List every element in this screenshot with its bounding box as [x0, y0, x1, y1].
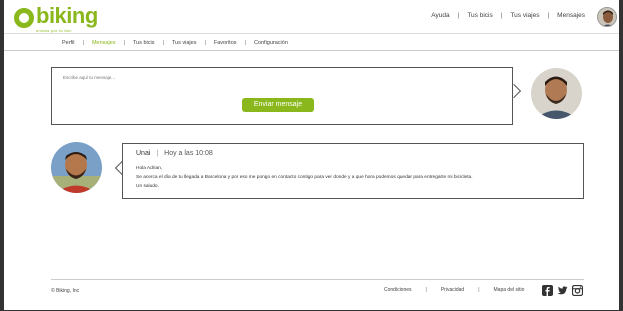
compose-box: Enviar mensaje: [51, 67, 513, 125]
message-author[interactable]: Unai: [136, 150, 150, 157]
divider: |: [162, 39, 164, 46]
top-nav: Ayuda | Tus bicis | Tus viajes | Mensaje…: [431, 12, 585, 19]
brand-name: biking: [36, 3, 98, 28]
divider: |: [500, 12, 503, 19]
top-nav-tus-bicis[interactable]: Tus bicis: [467, 12, 492, 19]
facebook-icon[interactable]: [542, 283, 553, 296]
message-timestamp: Hoy a las 10:08: [164, 150, 213, 157]
footer-nav: Condiciones | Privacidad | Mapa del siti…: [384, 287, 524, 293]
divider: |: [156, 150, 159, 157]
message-card: Unai | Hoy a las 10:08 Hola Adrian, Se a…: [122, 143, 584, 199]
divider: |: [457, 12, 460, 19]
user-avatar[interactable]: [597, 7, 617, 27]
divider: |: [123, 39, 125, 46]
top-nav-ayuda[interactable]: Ayuda: [431, 12, 449, 19]
footer-divider: [51, 279, 584, 280]
instagram-icon[interactable]: [571, 283, 584, 297]
copyright: © Biking, Inc: [51, 288, 80, 294]
tab-tus-bicis[interactable]: Tus bicis: [133, 40, 155, 46]
logo-ring-icon: [14, 8, 34, 28]
my-avatar: [531, 68, 582, 119]
divider: |: [244, 39, 246, 46]
message-input[interactable]: [63, 75, 363, 80]
tab-favoritos[interactable]: Favoritos: [214, 40, 237, 46]
send-message-button[interactable]: Enviar mensaje: [242, 98, 314, 112]
divider: |: [82, 39, 84, 46]
profile-subnav: Perfil | Mensajes | Tus bicis | Tus viaj…: [4, 35, 619, 51]
divider: |: [204, 39, 206, 46]
footer-link-mapa-del-sitio[interactable]: Mapa del sitio: [494, 287, 525, 293]
brand-tagline: unidos por tu bici: [36, 28, 72, 33]
header: biking unidos por tu bici Ayuda | Tus bi…: [4, 0, 619, 34]
top-nav-mensajes[interactable]: Mensajes: [557, 12, 585, 19]
tab-tus-viajes[interactable]: Tus viajes: [172, 40, 197, 46]
twitter-icon[interactable]: [557, 283, 568, 295]
tab-mensajes[interactable]: Mensajes: [92, 40, 116, 46]
footer-link-condiciones[interactable]: Condiciones: [384, 287, 412, 293]
tab-perfil[interactable]: Perfil: [62, 40, 75, 46]
sender-avatar[interactable]: [51, 142, 102, 193]
divider: |: [547, 12, 550, 19]
message-line: Se acerca el día de tu llegada a Barcelo…: [136, 175, 473, 180]
divider: |: [478, 287, 480, 293]
message-line: Un saludo.: [136, 184, 159, 189]
top-nav-tus-viajes[interactable]: Tus viajes: [510, 12, 539, 19]
divider: |: [425, 287, 427, 293]
message-header: Unai | Hoy a las 10:08: [136, 150, 213, 157]
social-links: [542, 283, 584, 297]
message-body: Hola Adrian, Se acerca el día de tu lleg…: [136, 164, 473, 191]
footer-link-privacidad[interactable]: Privacidad: [441, 287, 464, 293]
message-line: Hola Adrian,: [136, 166, 163, 171]
brand-logo[interactable]: biking unidos por tu bici: [14, 3, 98, 33]
tab-configuracion[interactable]: Configuración: [254, 40, 288, 46]
